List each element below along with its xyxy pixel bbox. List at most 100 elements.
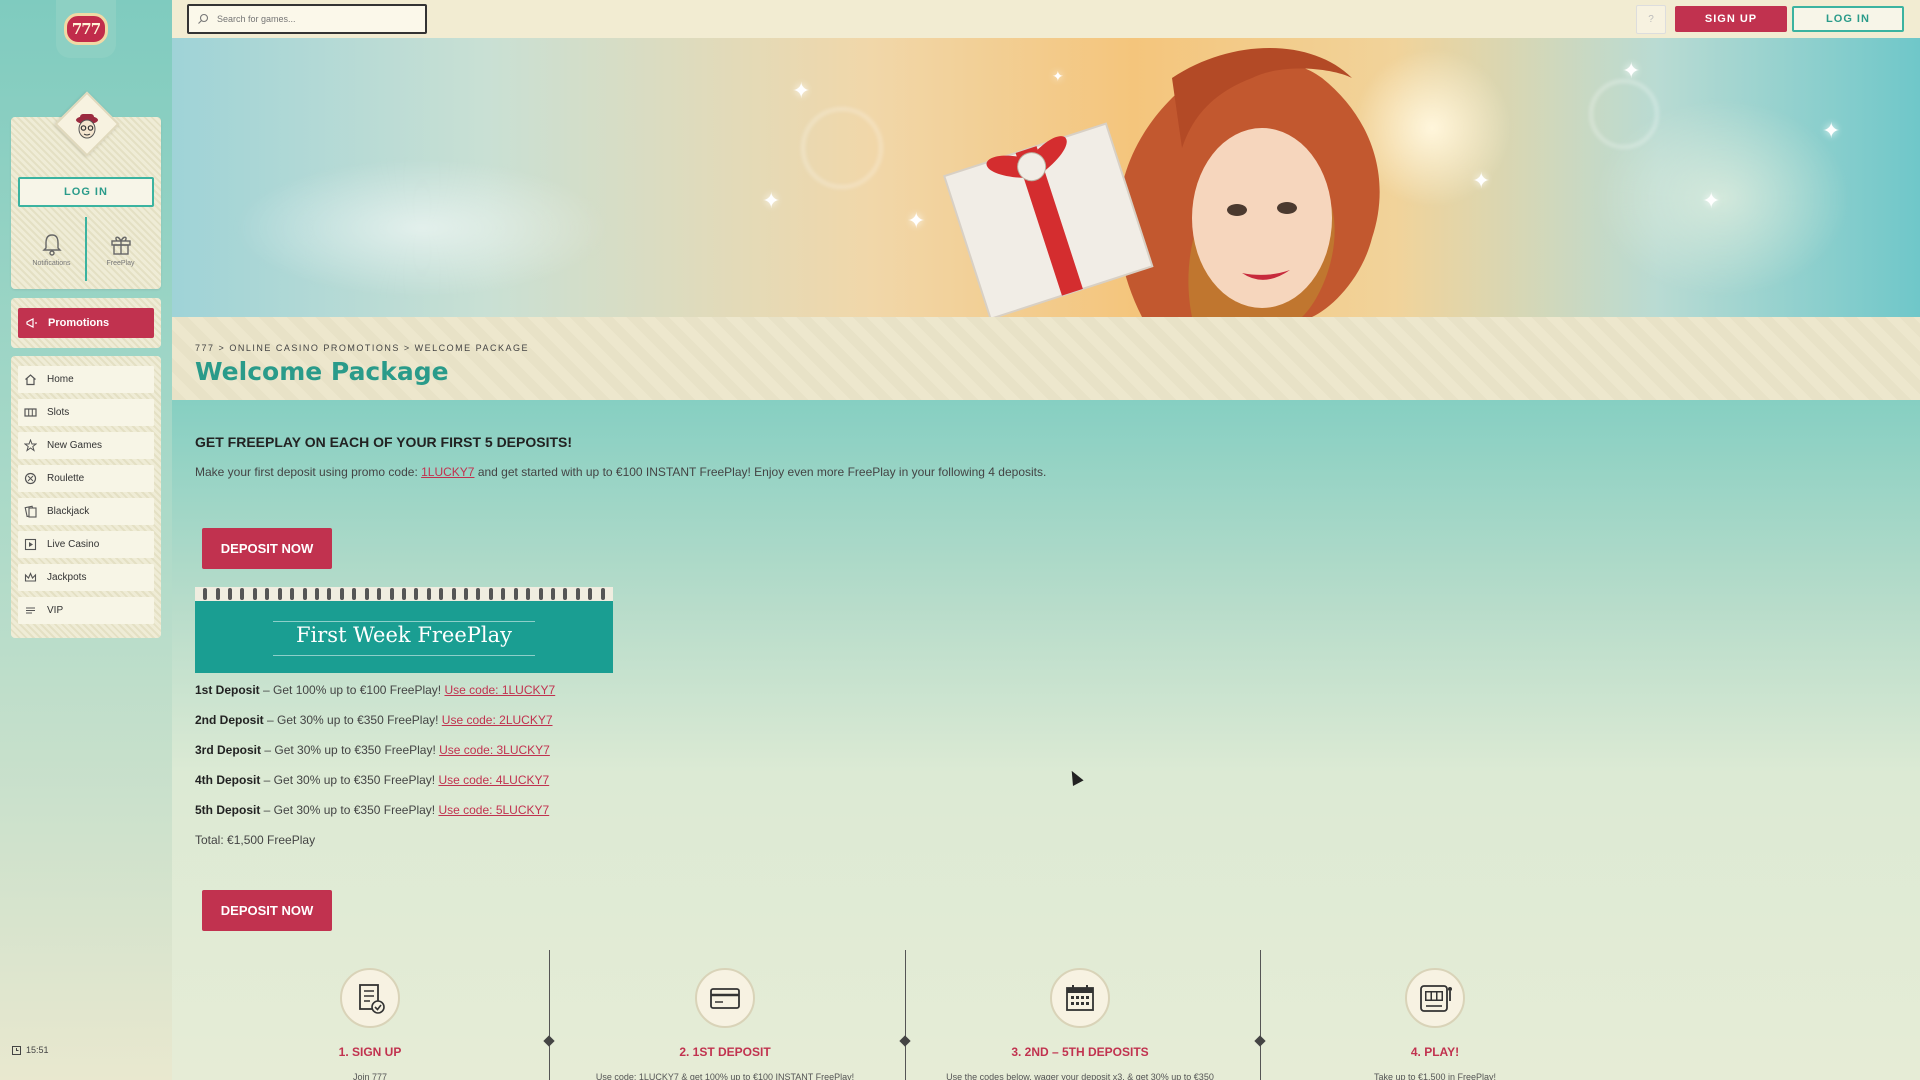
- deposit-now-button[interactable]: DEPOSIT NOW: [202, 890, 332, 931]
- sign-up-button[interactable]: SIGN UP: [1675, 6, 1787, 32]
- sidebar-item-live-casino[interactable]: Live Casino: [18, 531, 154, 558]
- deposit-item: 4th Deposit – Get 30% up to €350 FreePla…: [195, 773, 549, 787]
- slot-machine-icon: [1420, 985, 1452, 1012]
- deposit-code-link[interactable]: Use code: 5LUCKY7: [438, 803, 549, 817]
- sidebar: 777 LOG IN Notifications FreePlay Promot…: [0, 0, 172, 1080]
- deposit-total: Total: €1,500 FreePlay: [195, 833, 316, 847]
- sidebar-item-label: Roulette: [47, 473, 85, 484]
- promotions-box: Promotions: [11, 298, 161, 348]
- sidebar-item-label: Slots: [47, 407, 70, 418]
- breadcrumb-home[interactable]: 777: [195, 343, 215, 353]
- card-divider: [273, 655, 535, 656]
- sidebar-item-new-games[interactable]: New Games: [18, 432, 154, 459]
- page-header: 777 > ONLINE CASINO PROMOTIONS > WELCOME…: [172, 317, 1920, 400]
- freeplay-button[interactable]: FreePlay: [85, 217, 154, 281]
- freeplay-label: FreePlay: [106, 259, 135, 267]
- deposit-name: 5th Deposit: [195, 803, 261, 817]
- deposit-item: 3rd Deposit – Get 30% up to €350 FreePla…: [195, 743, 550, 757]
- roulette-icon: [24, 472, 37, 485]
- deposit-now-button[interactable]: DEPOSIT NOW: [202, 528, 332, 569]
- clock: 15:51: [12, 1045, 49, 1055]
- step-title: 1. SIGN UP: [338, 1045, 402, 1059]
- sidebar-item-jackpots[interactable]: Jackpots: [18, 564, 154, 591]
- sidebar-login-button[interactable]: LOG IN: [18, 177, 154, 207]
- deposit-code-link[interactable]: Use code: 4LUCKY7: [438, 773, 549, 787]
- sidebar-item-label: Live Casino: [47, 539, 100, 550]
- sidebar-item-vip[interactable]: VIP: [18, 597, 154, 624]
- step-play: 4. PLAY! Take up to €1,500 in FreePlay!: [1258, 950, 1612, 1080]
- cards-icon: [24, 505, 37, 518]
- deposit-item: 1st Deposit – Get 100% up to €100 FreePl…: [195, 683, 555, 697]
- deposit-text: – Get 30% up to €350 FreePlay!: [260, 803, 439, 817]
- breadcrumb-promotions[interactable]: ONLINE CASINO PROMOTIONS: [229, 343, 400, 353]
- deposit-text: – Get 30% up to €350 FreePlay!: [263, 713, 442, 727]
- deposit-name: 2nd Deposit: [195, 713, 264, 727]
- card-divider: [273, 621, 535, 622]
- sidebar-nav: Home Slots New Games Roulette Blackjack …: [11, 356, 161, 638]
- avatar-icon: [76, 114, 98, 139]
- woman-with-gift-illustration: [943, 48, 1380, 317]
- vip-icon: [26, 607, 35, 614]
- step-desc: Join 777: [352, 1072, 388, 1080]
- step-first-deposit: 2. 1ST DEPOSIT Use code: 1LUCKY7 & get 1…: [548, 950, 902, 1080]
- logo-tab[interactable]: 777: [56, 0, 116, 58]
- step-icon-circle: [1050, 968, 1110, 1028]
- play-icon: [24, 538, 37, 551]
- breadcrumb-separator: >: [403, 343, 411, 353]
- step-title: 3. 2ND – 5TH DEPOSITS: [1011, 1045, 1149, 1059]
- page-title: Welcome Package: [195, 357, 449, 386]
- step-icon-circle: [695, 968, 755, 1028]
- deposit-code-link[interactable]: Use code: 3LUCKY7: [439, 743, 550, 757]
- promo-code-link[interactable]: 1LUCKY7: [421, 465, 474, 479]
- breadcrumb: 777 > ONLINE CASINO PROMOTIONS > WELCOME…: [195, 343, 529, 353]
- clock-icon: [12, 1045, 21, 1055]
- sparkle-icon: ✦: [1822, 118, 1841, 143]
- promo-headline: GET FREEPLAY ON EACH OF YOUR FIRST 5 DEP…: [195, 434, 573, 450]
- sidebar-item-roulette[interactable]: Roulette: [18, 465, 154, 492]
- search-box[interactable]: [187, 4, 427, 34]
- search-icon: [198, 13, 209, 24]
- first-week-freeplay-card: First Week FreePlay: [195, 587, 613, 673]
- deposit-name: 1st Deposit: [195, 683, 260, 697]
- help-button[interactable]: ?: [1636, 5, 1666, 34]
- deposit-code-link[interactable]: Use code: 2LUCKY7: [442, 713, 553, 727]
- step-other-deposits: 3. 2ND – 5TH DEPOSITS Use the codes belo…: [903, 950, 1257, 1080]
- deposit-code-link[interactable]: Use code: 1LUCKY7: [444, 683, 555, 697]
- notifications-label: Notifications: [32, 259, 71, 267]
- sidebar-item-label: Home: [47, 374, 74, 385]
- brand-logo[interactable]: 777: [64, 13, 108, 45]
- sidebar-item-label: Blackjack: [47, 506, 90, 517]
- card-icon: [710, 988, 740, 1009]
- deposit-text: – Get 30% up to €350 FreePlay!: [261, 743, 440, 757]
- step-title: 2. 1ST DEPOSIT: [679, 1045, 771, 1059]
- star-icon: [24, 439, 37, 452]
- sparkle-icon: ✦: [792, 78, 811, 103]
- step-desc: Use the codes below, wager your deposit …: [946, 1072, 1214, 1080]
- step-icon-circle: [1405, 968, 1465, 1028]
- sidebar-item-home[interactable]: Home: [18, 366, 154, 393]
- sidebar-item-label: New Games: [47, 440, 103, 451]
- cloud-glow: [232, 158, 612, 298]
- sparkle-icon: ✦: [762, 188, 781, 213]
- deposit-item: 5th Deposit – Get 30% up to €350 FreePla…: [195, 803, 549, 817]
- bubble: [1590, 80, 1658, 148]
- deposit-name: 4th Deposit: [195, 773, 261, 787]
- promo-intro: Make your first deposit using promo code…: [195, 465, 1046, 479]
- sidebar-item-promotions[interactable]: Promotions: [18, 308, 154, 338]
- card-title: First Week FreePlay: [295, 623, 513, 647]
- notifications-button[interactable]: Notifications: [18, 217, 85, 281]
- step-sign-up: 1. SIGN UP Join 777: [193, 950, 547, 1080]
- log-in-button[interactable]: LOG IN: [1792, 6, 1904, 32]
- sidebar-item-slots[interactable]: Slots: [18, 399, 154, 426]
- intro-text: and get started with up to €100 INSTANT …: [474, 465, 1047, 479]
- promo-banner: ✦ ✦ ✦ ✦ ✦ ✦ ✦ ✦: [172, 38, 1920, 317]
- search-input[interactable]: [217, 14, 407, 24]
- calendar-icon: [1066, 985, 1094, 1011]
- sidebar-item-blackjack[interactable]: Blackjack: [18, 498, 154, 525]
- crown-icon: [24, 572, 37, 582]
- sparkle-icon: ✦: [1622, 58, 1641, 83]
- step-icon-circle: [340, 968, 400, 1028]
- sidebar-item-label: Jackpots: [47, 572, 87, 583]
- signup-icon: [359, 984, 385, 1014]
- sidebar-item-label: VIP: [47, 605, 64, 616]
